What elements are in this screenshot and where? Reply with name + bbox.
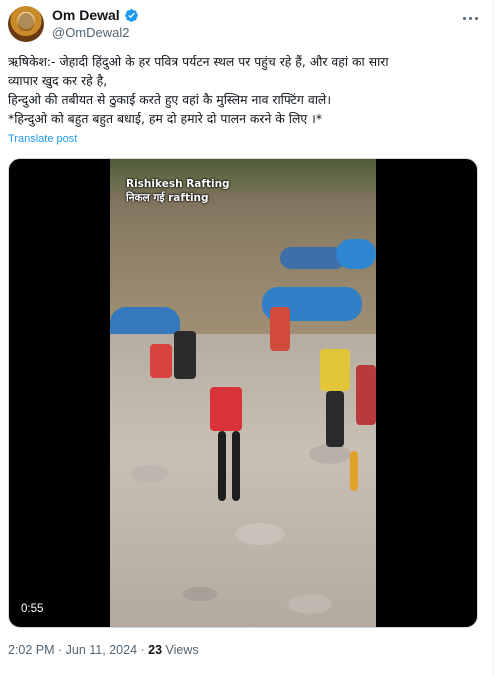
translate-post-link[interactable]: Translate post [8, 133, 77, 145]
person-figure [320, 349, 350, 391]
views-label: Views [162, 643, 199, 657]
avatar[interactable] [8, 6, 44, 42]
verified-badge-icon [124, 8, 138, 22]
person-figure [174, 331, 196, 379]
views-count: 23 [148, 643, 163, 657]
author-info: Om Dewal @OmDewal2 [52, 7, 139, 40]
post-container: Om Dewal @OmDewal2 ऋषिकेश:- जेहादी हिंदु… [0, 0, 494, 676]
post-timestamp[interactable]: 2:02 PM · Jun 11, 2024 · [8, 643, 148, 657]
person-figure [270, 307, 290, 351]
person-figure [218, 431, 226, 501]
post-text-line: *हिन्दुओ को बहुत बहुत बधाई, हम दो हमारे … [8, 111, 323, 126]
video-overlay-caption: Rishikesh Rafting निकल गई rafting [126, 177, 230, 205]
name-row: Om Dewal [52, 7, 139, 23]
person-figure [326, 391, 344, 447]
author-display-name[interactable]: Om Dewal [52, 7, 120, 23]
post-text: ऋषिकेश:- जेहादी हिंदुओ के हर पवित्र पर्य… [8, 52, 486, 128]
person-figure [150, 344, 172, 378]
video-player[interactable]: Rishikesh Rafting निकल गई rafting 0:55 [8, 158, 478, 628]
raft-image [336, 239, 376, 269]
video-frame[interactable]: Rishikesh Rafting निकल गई rafting [110, 159, 376, 627]
post-text-line: व्यापार खुद कर रहे है, [8, 73, 108, 88]
video-overlay-subtitle: निकल गई rafting [126, 192, 209, 204]
person-figure [232, 431, 240, 501]
more-options-icon[interactable] [458, 8, 482, 28]
post-metadata: 2:02 PM · Jun 11, 2024 · 23 Views [8, 643, 199, 657]
person-figure [210, 387, 242, 431]
post-text-line: ऋषिकेश:- जेहादी हिंदुओ के हर पवित्र पर्य… [8, 54, 389, 69]
post-header: Om Dewal @OmDewal2 [8, 6, 486, 46]
person-figure [356, 365, 376, 425]
post-text-line: हिन्दुओ की तबीयत से ठुकाई करते हुए वहां … [8, 92, 332, 107]
person-figure [350, 451, 358, 491]
video-duration: 0:55 [21, 603, 44, 615]
author-handle[interactable]: @OmDewal2 [52, 25, 139, 40]
video-overlay-title: Rishikesh Rafting [126, 178, 230, 190]
